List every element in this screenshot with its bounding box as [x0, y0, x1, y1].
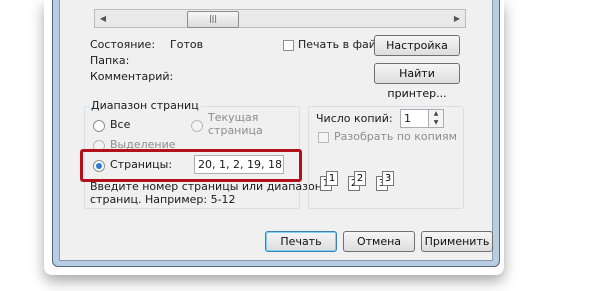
page-range-hint-line2: страниц. Например: 5-12 [90, 193, 236, 206]
print-to-file-label[interactable]: Печать в файл [298, 38, 383, 51]
printer-list-hscrollbar[interactable]: ◀ ||| ▶ [94, 9, 466, 28]
setup-button[interactable]: Настройка [374, 35, 460, 56]
page-range-title: Диапазон страниц [89, 99, 201, 112]
status-comment-label: Комментарий: [90, 70, 174, 83]
page-range-current-radio[interactable] [191, 120, 203, 132]
print-button[interactable]: Печать [265, 231, 337, 252]
find-printer-button[interactable]: Найти принтер... [374, 63, 460, 100]
copies-spinner[interactable]: ▲ ▼ [428, 109, 444, 128]
page-range-current-label-line2: страница [208, 124, 263, 137]
cancel-button[interactable]: Отмена [343, 231, 415, 252]
status-state-value: Готов [170, 38, 204, 51]
page-range-all-label[interactable]: Все [110, 118, 130, 131]
print-dialog-window: ◀ ||| ▶ Состояние: Готов Папка: Коммента… [52, 0, 500, 267]
scroll-right-arrow-icon[interactable]: ▶ [449, 10, 465, 27]
collate-page-2b: 2 [354, 171, 366, 186]
scrollbar-thumb[interactable]: ||| [187, 11, 239, 28]
spinner-up-icon[interactable]: ▲ [429, 110, 443, 118]
collate-label: Разобрать по копиям [334, 130, 457, 143]
pages-highlight-frame [80, 149, 302, 182]
scrollbar-grip: ||| [208, 14, 218, 23]
page-range-all-radio[interactable] [93, 120, 105, 132]
page-range-current-label-line1: Текущая [208, 111, 259, 124]
scroll-left-arrow-icon[interactable]: ◀ [95, 10, 111, 27]
print-dialog-client: ◀ ||| ▶ Состояние: Готов Папка: Коммента… [59, 0, 493, 261]
copies-label: Число копий: [316, 112, 393, 125]
collate-checkbox[interactable] [318, 132, 329, 143]
status-state-label: Состояние: [90, 38, 156, 51]
apply-button[interactable]: Применить [421, 231, 493, 252]
print-to-file-checkbox[interactable] [283, 40, 294, 51]
collate-page-1b: 1 [326, 171, 338, 186]
collate-page-3b: 3 [382, 171, 394, 186]
collate-pages-icon: 1 1 2 2 3 3 [320, 168, 420, 194]
status-folder-label: Папка: [90, 54, 130, 67]
spinner-down-icon[interactable]: ▼ [429, 119, 443, 127]
